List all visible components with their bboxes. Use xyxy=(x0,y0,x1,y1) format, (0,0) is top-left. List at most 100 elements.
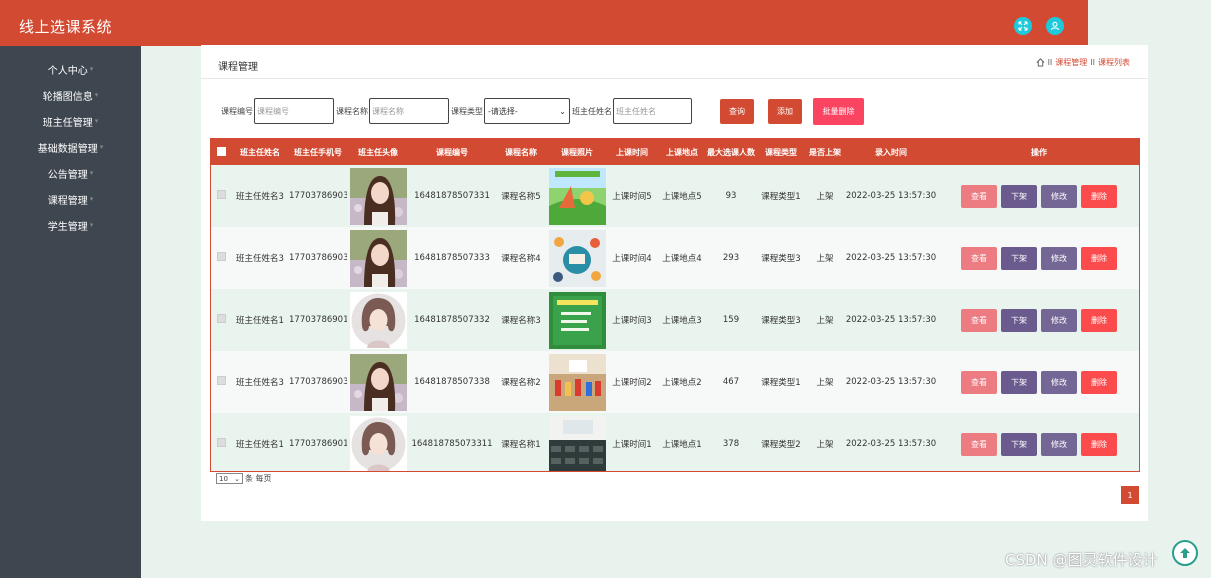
cell-class-place: 上课地点4 xyxy=(662,254,702,264)
delete-button[interactable]: 删除 xyxy=(1081,432,1117,456)
caret-down-icon: ▾ xyxy=(89,169,94,177)
chevron-down-icon: ⌄ xyxy=(234,474,240,483)
breadcrumb-course-manage[interactable]: 课程管理 xyxy=(1055,57,1087,68)
edit-button[interactable]: 修改 xyxy=(1041,246,1077,270)
teacher-label: 班主任姓名 xyxy=(572,106,612,116)
sidebar-item-basic-data[interactable]: 基础数据管理 ▾ xyxy=(0,134,141,160)
cell-created-time: 2022-03-25 13:57:30 xyxy=(845,315,937,325)
delete-button[interactable]: 删除 xyxy=(1081,184,1117,208)
chevron-down-icon: ⌄ xyxy=(559,106,566,116)
view-button[interactable]: 查看 xyxy=(961,432,997,456)
col-on-shelf: 是否上架 xyxy=(809,147,841,157)
sidebar-item-personal-center[interactable]: 个人中心 ▾ xyxy=(0,56,141,82)
sidebar-item-course[interactable]: 课程管理 ▾ xyxy=(0,186,141,212)
user-icon[interactable] xyxy=(1046,17,1064,35)
col-course-no: 课程编号 xyxy=(436,147,468,157)
cell-class-place: 上课地点5 xyxy=(662,192,702,202)
edit-button[interactable]: 修改 xyxy=(1041,432,1077,456)
cell-actions: 查看 下架 修改 删除 xyxy=(939,413,1139,471)
sidebar: 个人中心 ▾ 轮播图信息 ▾ 班主任管理 ▾ 基础数据管理 ▾ 公告管理 ▾ 课程管理 ▾ … xyxy=(0,46,141,578)
cell-teacher-name: 班主任姓名1 xyxy=(236,316,284,326)
cell-on-shelf: 上架 xyxy=(816,378,834,388)
course-photo-image xyxy=(547,413,607,471)
cell-class-place: 上课地点1 xyxy=(662,440,702,450)
cell-course-name: 课程名称5 xyxy=(501,192,541,202)
page-number-current[interactable]: 1 xyxy=(1121,486,1139,504)
caret-down-icon: ▾ xyxy=(99,143,104,151)
teacher-name-input[interactable] xyxy=(613,98,692,124)
cell-course-type: 课程类型1 xyxy=(761,192,801,202)
table-row: 班主任姓名3 17703786903 16481878507333 课程名称4 上课时间… xyxy=(211,227,1139,289)
home-icon[interactable] xyxy=(1036,58,1045,67)
cell-max-students: 467 xyxy=(722,377,740,387)
course-no-input[interactable] xyxy=(254,98,334,124)
unshelf-button[interactable]: 下架 xyxy=(1001,246,1037,270)
delete-button[interactable]: 删除 xyxy=(1081,246,1117,270)
cell-on-shelf: 上架 xyxy=(816,254,834,264)
search-bar: 课程编号 课程名称 课程类型 -请选择- ⌄ 班主任姓名 xyxy=(221,98,692,124)
sidebar-item-carousel[interactable]: 轮播图信息 ▾ xyxy=(0,82,141,108)
cell-teacher-phone: 17703786901 xyxy=(289,315,347,325)
course-name-input[interactable] xyxy=(369,98,449,124)
query-button[interactable]: 查询 xyxy=(720,99,754,124)
cell-class-place: 上课地点3 xyxy=(662,316,702,326)
teacher-avatar-image xyxy=(347,413,409,471)
sidebar-item-notice[interactable]: 公告管理 ▾ xyxy=(0,160,141,186)
row-checkbox[interactable] xyxy=(216,438,226,447)
cell-created-time: 2022-03-25 13:57:30 xyxy=(845,191,937,201)
cell-teacher-name: 班主任姓名3 xyxy=(236,254,284,264)
course-photo-image xyxy=(547,289,607,351)
view-button[interactable]: 查看 xyxy=(961,184,997,208)
cell-teacher-phone: 17703786903 xyxy=(289,377,347,387)
table-row: 班主任姓名3 17703786903 16481878507331 课程名称5 上课时间… xyxy=(211,165,1139,227)
unshelf-button[interactable]: 下架 xyxy=(1001,370,1037,394)
edit-button[interactable]: 修改 xyxy=(1041,370,1077,394)
cell-class-time: 上课时间5 xyxy=(612,192,652,202)
sidebar-item-student[interactable]: 学生管理 ▾ xyxy=(0,212,141,238)
cell-class-time: 上课时间1 xyxy=(612,440,652,450)
course-no-label: 课程编号 xyxy=(221,106,253,116)
cell-actions: 查看 下架 修改 删除 xyxy=(939,227,1139,289)
delete-button[interactable]: 删除 xyxy=(1081,308,1117,332)
cell-on-shelf: 上架 xyxy=(816,192,834,202)
select-all-checkbox[interactable] xyxy=(216,146,226,156)
col-course-photo: 课程照片 xyxy=(561,147,593,157)
add-button[interactable]: 添加 xyxy=(768,99,802,124)
fullscreen-icon[interactable] xyxy=(1014,17,1032,35)
course-table: 班主任姓名 班主任手机号 班主任头像 课程编号 课程名称 课程照片 上课时间 上… xyxy=(210,138,1140,472)
edit-button[interactable]: 修改 xyxy=(1041,308,1077,332)
view-button[interactable]: 查看 xyxy=(961,246,997,270)
back-to-top-icon[interactable] xyxy=(1172,540,1198,566)
caret-down-icon: ▾ xyxy=(89,65,94,73)
unshelf-button[interactable]: 下架 xyxy=(1001,308,1037,332)
pagination: 10 ⌄ 条 每页 xyxy=(216,473,272,484)
delete-button[interactable]: 删除 xyxy=(1081,370,1117,394)
edit-button[interactable]: 修改 xyxy=(1041,184,1077,208)
cell-max-students: 293 xyxy=(722,253,740,263)
row-checkbox[interactable] xyxy=(216,314,226,323)
course-type-select[interactable]: -请选择- ⌄ xyxy=(484,98,570,124)
row-checkbox[interactable] xyxy=(216,376,226,385)
sidebar-item-teacher[interactable]: 班主任管理 ▾ xyxy=(0,108,141,134)
cell-course-type: 课程类型2 xyxy=(761,440,801,450)
cell-course-name: 课程名称3 xyxy=(501,316,541,326)
course-photo-image xyxy=(547,165,607,227)
per-page-label: 条 每页 xyxy=(245,474,272,483)
page-size-select[interactable]: 10 ⌄ xyxy=(216,473,243,484)
cell-class-time: 上课时间3 xyxy=(612,316,652,326)
breadcrumb-separator: II xyxy=(1090,58,1095,67)
breadcrumb-course-list[interactable]: 课程列表 xyxy=(1098,57,1130,68)
view-button[interactable]: 查看 xyxy=(961,308,997,332)
cell-on-shelf: 上架 xyxy=(816,316,834,326)
row-checkbox[interactable] xyxy=(216,190,226,199)
unshelf-button[interactable]: 下架 xyxy=(1001,432,1037,456)
view-button[interactable]: 查看 xyxy=(961,370,997,394)
table-row: 班主任姓名3 17703786903 16481878507338 课程名称2 上课时间… xyxy=(211,351,1139,413)
cell-class-time: 上课时间2 xyxy=(612,378,652,388)
cell-actions: 查看 下架 修改 删除 xyxy=(939,351,1139,413)
cell-teacher-name: 班主任姓名1 xyxy=(236,440,284,450)
row-checkbox[interactable] xyxy=(216,252,226,261)
caret-down-icon: ▾ xyxy=(89,195,94,203)
unshelf-button[interactable]: 下架 xyxy=(1001,184,1037,208)
batch-delete-button[interactable]: 批量删除 xyxy=(813,98,864,125)
